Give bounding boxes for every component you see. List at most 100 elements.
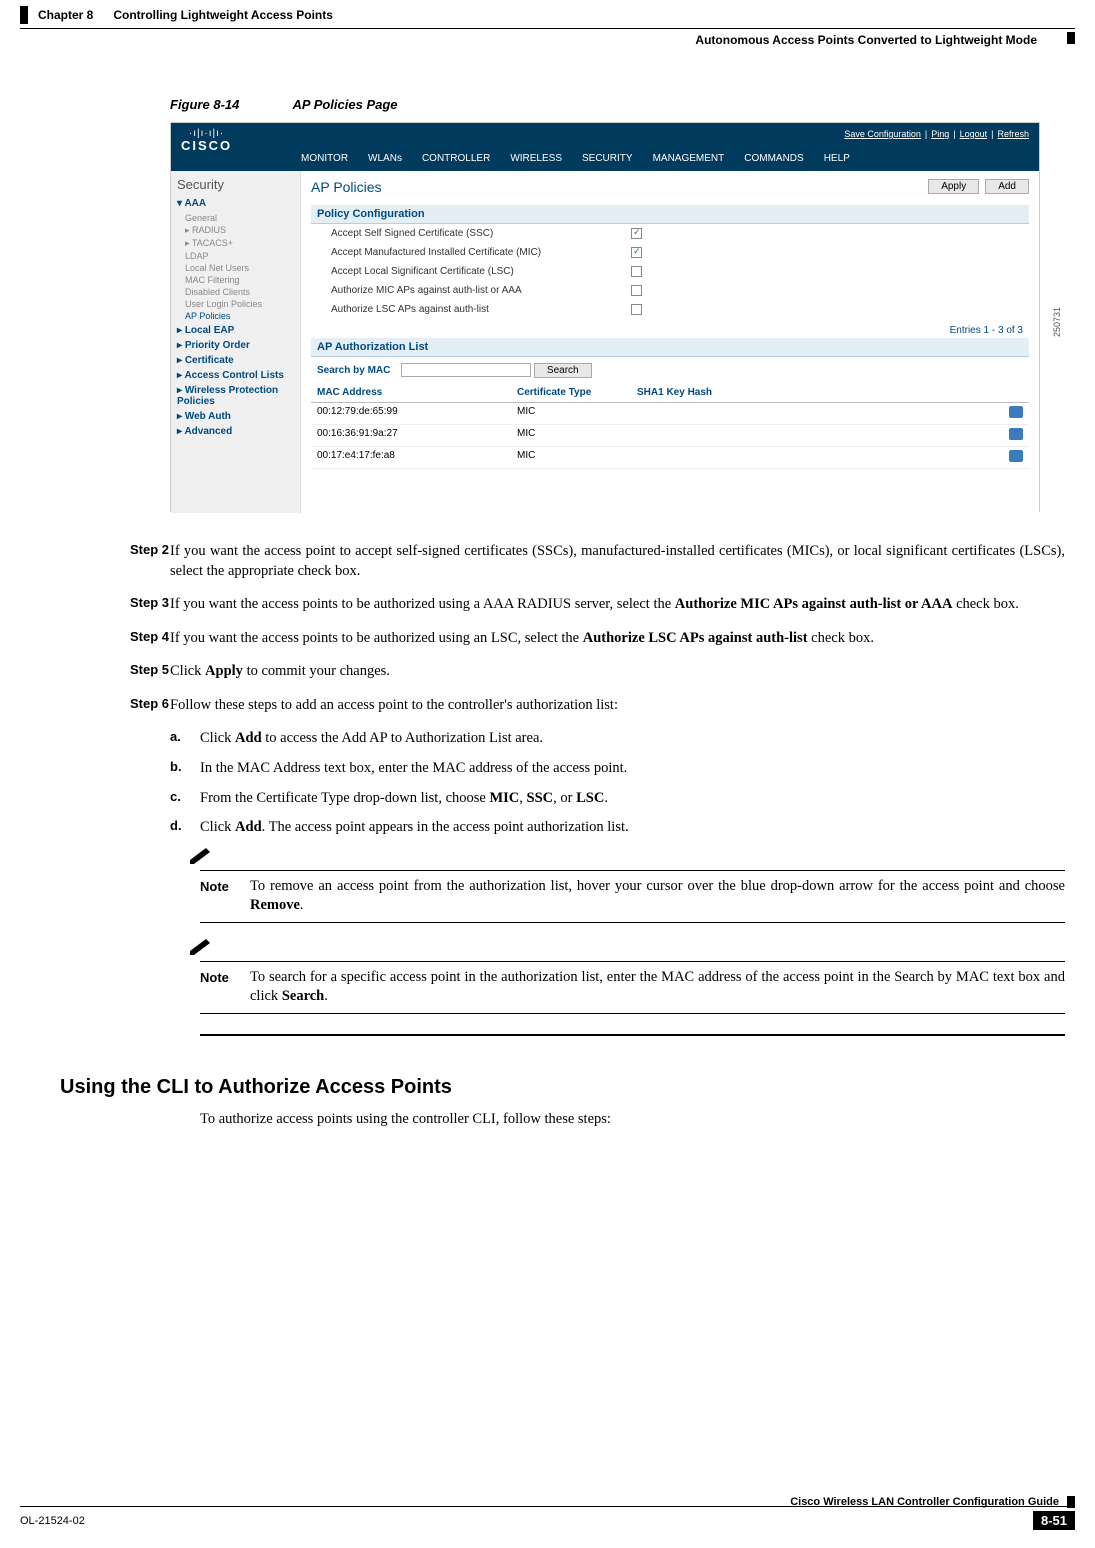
refresh-link[interactable]: Refresh [997,129,1029,139]
col-mac: MAC Address [317,387,517,398]
auth-table-head: MAC Address Certificate Type SHA1 Key Ha… [311,383,1029,403]
row-dropdown-icon[interactable] [1009,450,1023,462]
note-body: To remove an access point from the autho… [250,877,1065,916]
note-block-1: Note To remove an access point from the … [200,852,1065,923]
save-config-link[interactable]: Save Configuration [844,129,921,139]
menu-commands[interactable]: COMMANDS [744,153,803,164]
step-body: Click Apply to commit your changes. [170,662,1065,682]
sidebar-title: Security [177,177,294,192]
sidebar-user-login[interactable]: User Login Policies [185,299,294,309]
sidebar-wireless-protection[interactable]: ▸ Wireless Protection Policies [177,385,294,407]
table-row: 00:17:e4:17:fe:a8 MIC [311,447,1029,469]
doc-id: OL-21524-02 [20,1515,85,1527]
search-button[interactable]: Search [534,363,592,378]
col-sha1: SHA1 Key Hash [637,387,1023,398]
figure-title: AP Policies Page [293,97,398,112]
chapter-title: Controlling Lightweight Access Points [113,8,333,22]
step-6d: d. Click Add. The access point appears i… [170,818,1065,838]
step-body: If you want the access points to be auth… [170,595,1065,615]
step-body: If you want the access point to accept s… [170,542,1065,581]
cisco-logo: ·ı|ı·ı|ı· CISCO [181,129,232,152]
ss-top-links: Save Configuration | Ping | Logout | Ref… [171,123,1039,145]
sidebar-tacacs[interactable]: ▸ TACACS+ [185,238,294,249]
sidebar-local-eap[interactable]: ▸ Local EAP [177,325,294,336]
sidebar-priority-order[interactable]: ▸ Priority Order [177,340,294,351]
auth-lsc-checkbox[interactable] [631,304,642,315]
step-3: Step 3 If you want the access points to … [30,595,1065,615]
sub-label: c. [170,789,200,809]
sidebar-acl[interactable]: ▸ Access Control Lists [177,370,294,381]
note-icon [188,846,212,864]
cli-section-title: Using the CLI to Authorize Access Points [60,1076,1065,1099]
policy-row-lsc: Accept Local Significant Certificate (LS… [311,262,1029,281]
policy-config-head: Policy Configuration [311,205,1029,224]
sidebar-general[interactable]: General [185,213,294,223]
ss-main: AP Policies Policy Configuration Accept … [301,171,1039,513]
page-footer: OL-21524-02 8-51 [20,1506,1075,1530]
auth-list-head: AP Authorization List [311,338,1029,357]
step-6c: c. From the Certificate Type drop-down l… [170,789,1065,809]
step-label: Step 2 [30,542,170,581]
menu-wireless[interactable]: WIRELESS [510,153,562,164]
ssc-checkbox[interactable] [631,228,642,239]
step-2: Step 2 If you want the access point to a… [30,542,1065,581]
step-5: Step 5 Click Apply to commit your change… [30,662,1065,682]
step-body: Follow these steps to add an access poin… [170,696,1065,716]
add-button[interactable]: Add [985,179,1029,194]
sidebar-web-auth[interactable]: ▸ Web Auth [177,411,294,422]
ap-policies-screenshot: ·ı|ı·ı|ı· CISCO Save Configuration | Pin… [170,122,1040,512]
header-right-bar [1067,32,1075,44]
sidebar-local-net-users[interactable]: Local Net Users [185,263,294,273]
sub-label: a. [170,729,200,749]
sidebar-mac-filtering[interactable]: MAC Filtering [185,275,294,285]
menu-help[interactable]: HELP [824,153,850,164]
ss-menubar: MONITOR WLANs CONTROLLER WIRELESS SECURI… [171,145,1039,171]
table-row: 00:16:36:91:9a:27 MIC [311,425,1029,447]
apply-button[interactable]: Apply [928,179,979,194]
sidebar-ldap[interactable]: LDAP [185,251,294,261]
search-mac-input[interactable] [401,363,531,377]
sidebar-certificate[interactable]: ▸ Certificate [177,355,294,366]
step-label: Step 4 [30,629,170,649]
sidebar-advanced[interactable]: ▸ Advanced [177,426,294,437]
auth-mic-checkbox[interactable] [631,285,642,296]
table-row: 00:12:79:de:65:99 MIC [311,403,1029,425]
menu-controller[interactable]: CONTROLLER [422,153,490,164]
ping-link[interactable]: Ping [931,129,949,139]
mic-checkbox[interactable] [631,247,642,258]
search-row: Search by MAC Search [311,357,1029,383]
sub-body: In the MAC Address text box, enter the M… [200,759,1065,779]
lsc-checkbox[interactable] [631,266,642,277]
sidebar-radius[interactable]: ▸ RADIUS [185,225,294,236]
step-label: Step 6 [30,696,170,716]
step-6: Step 6 Follow these steps to add an acce… [30,696,1065,716]
sub-label: d. [170,818,200,838]
step-4: Step 4 If you want the access points to … [30,629,1065,649]
page-header: Chapter 8 Controlling Lightweight Access… [20,0,1075,29]
cli-section-intro: To authorize access points using the con… [200,1111,1065,1128]
note-block-2: Note To search for a specific access poi… [200,943,1065,1014]
sidebar-disabled-clients[interactable]: Disabled Clients [185,287,294,297]
logout-link[interactable]: Logout [960,129,988,139]
step-6a: a. Click Add to access the Add AP to Aut… [170,729,1065,749]
menu-wlans[interactable]: WLANs [368,153,402,164]
menu-monitor[interactable]: MONITOR [301,153,348,164]
menu-security[interactable]: SECURITY [582,153,633,164]
row-dropdown-icon[interactable] [1009,406,1023,418]
note-label: Note [200,968,250,985]
policy-row-mic: Accept Manufactured Installed Certificat… [311,243,1029,262]
chapter-number: Chapter 8 [38,8,93,22]
row-dropdown-icon[interactable] [1009,428,1023,440]
col-cert: Certificate Type [517,387,637,398]
sidebar-aaa[interactable]: ▾ AAA [177,198,294,209]
section-divider [200,1034,1065,1036]
sidebar-ap-policies[interactable]: AP Policies [185,311,294,321]
search-label: Search by MAC [317,365,390,376]
section-title: Autonomous Access Points Converted to Li… [695,33,1037,47]
entries-count: Entries 1 - 3 of 3 [311,325,1023,336]
figure-number: Figure 8-14 [170,97,239,112]
header-left-bar [20,6,28,24]
policy-row-ssc: Accept Self Signed Certificate (SSC) [311,224,1029,243]
step-label: Step 5 [30,662,170,682]
menu-management[interactable]: MANAGEMENT [653,153,725,164]
